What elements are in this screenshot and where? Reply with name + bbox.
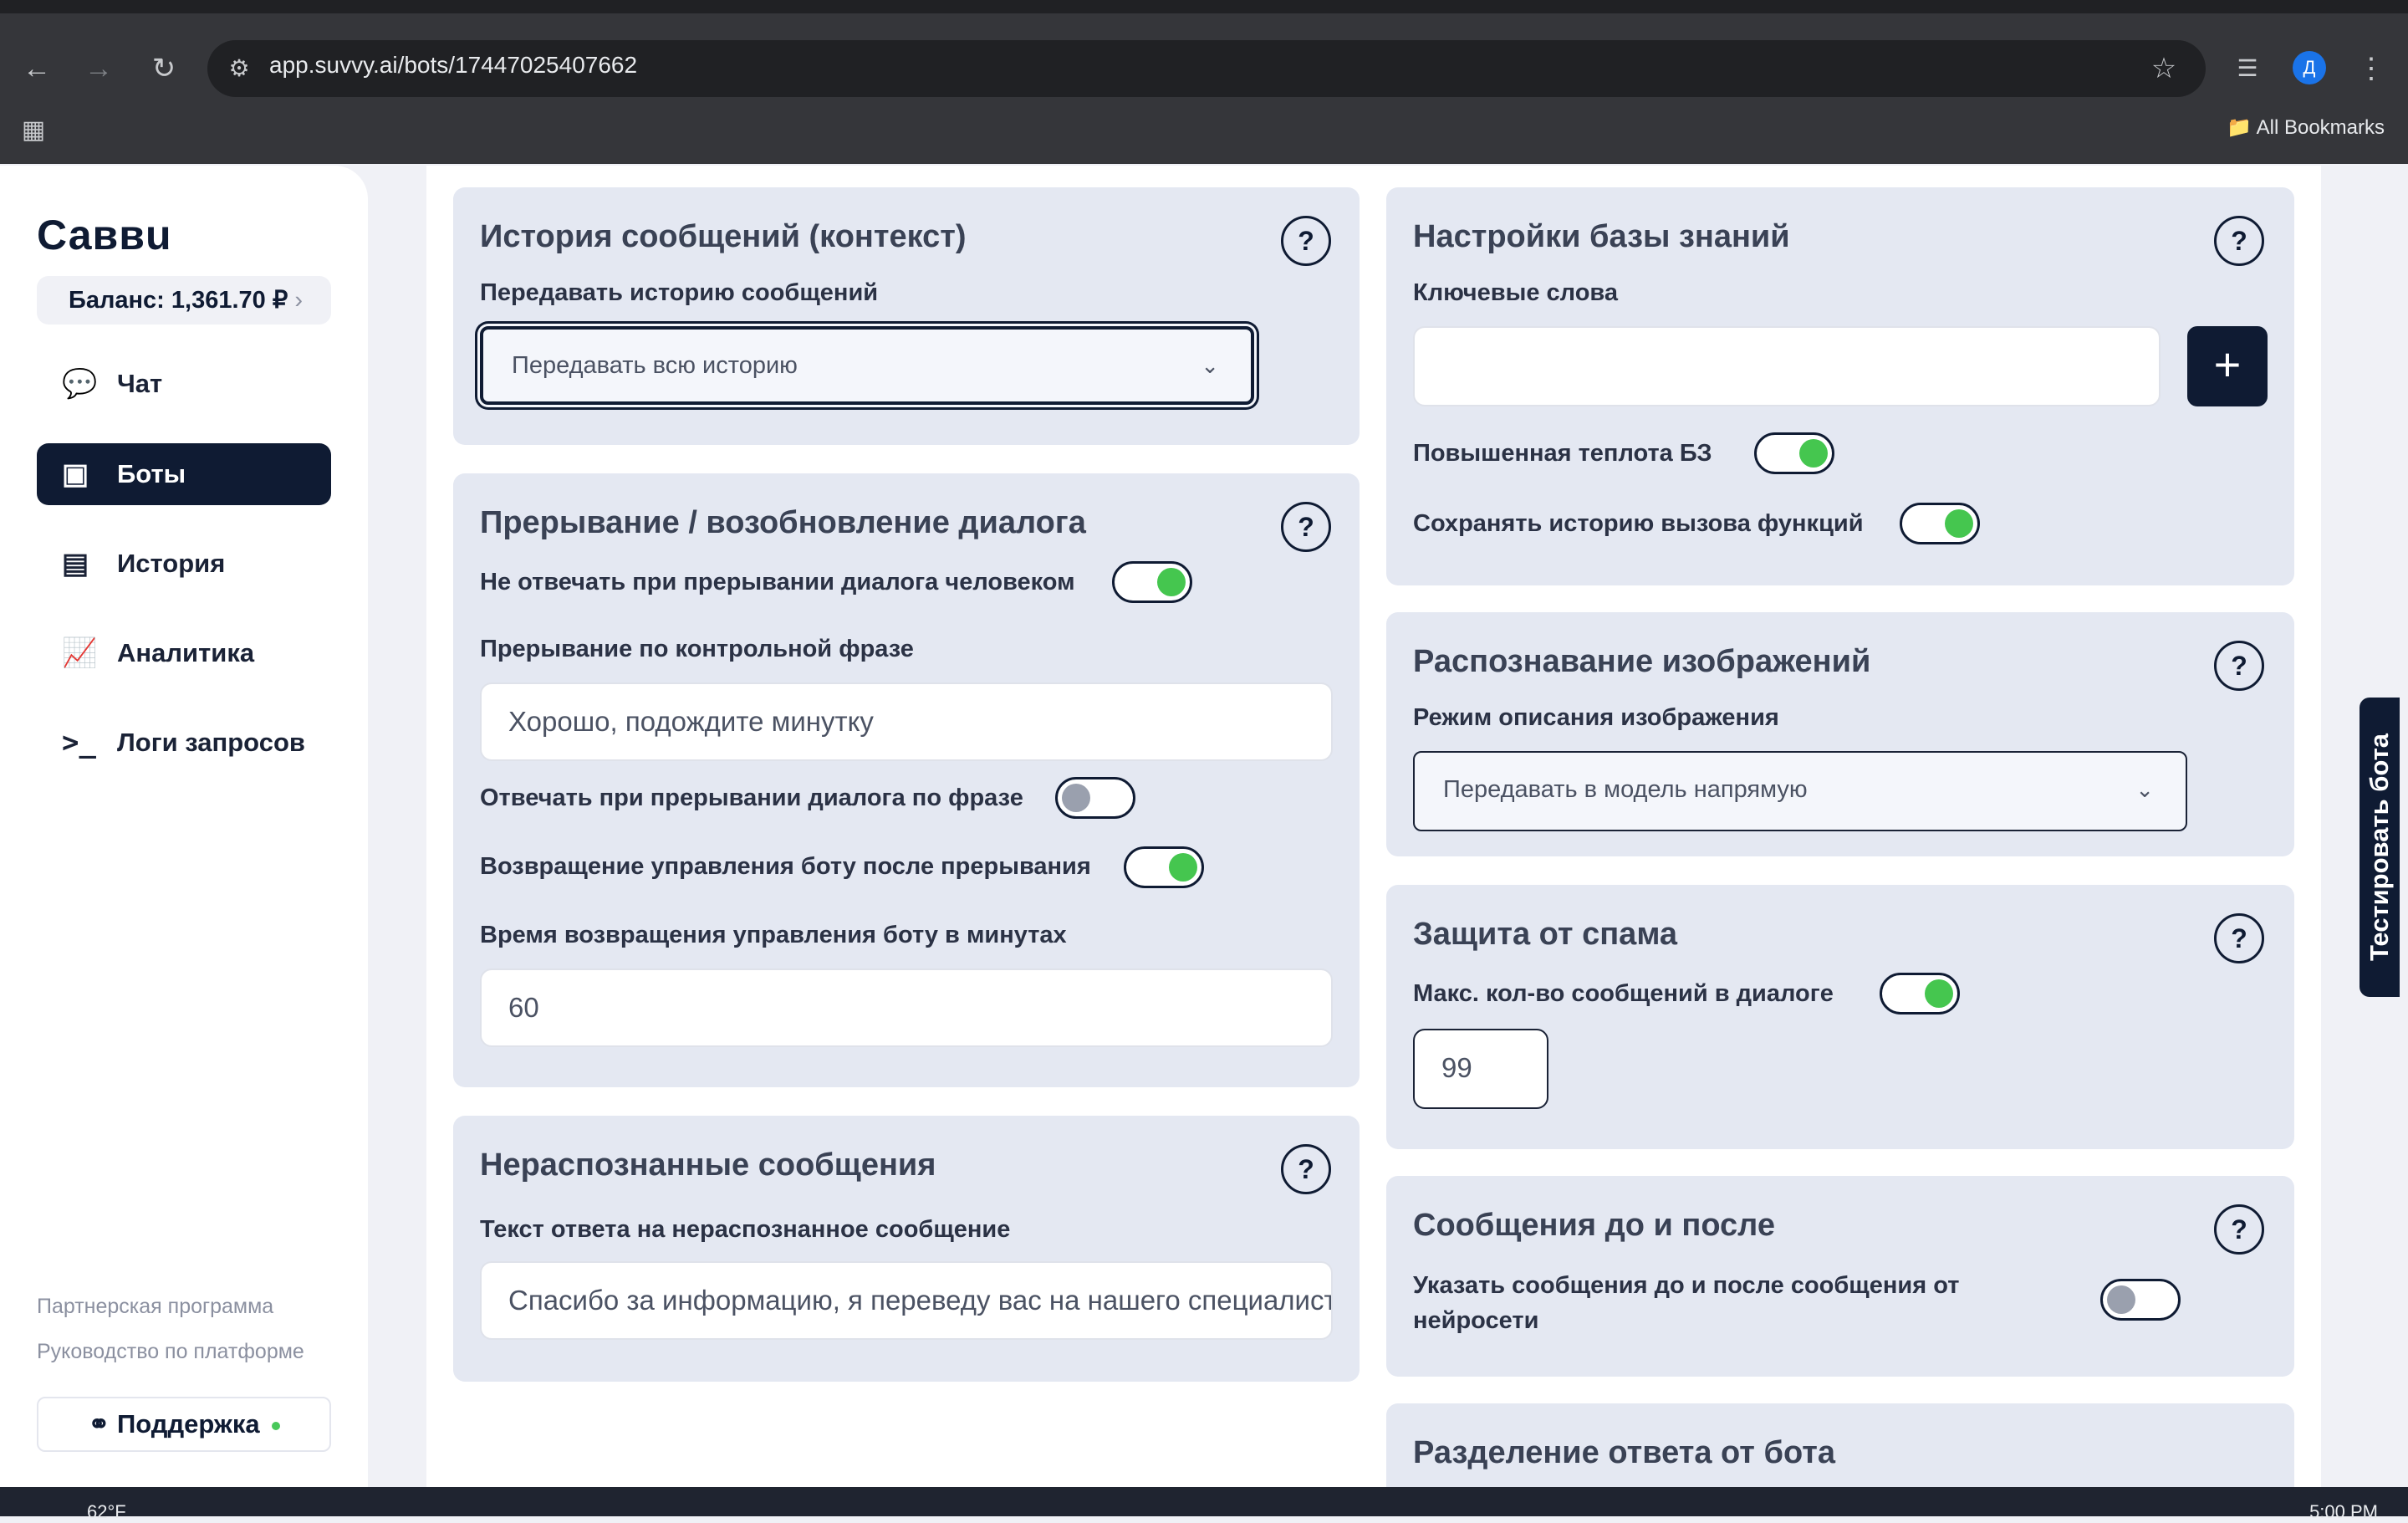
split-card-title: Разделение ответа от бота — [1413, 1435, 1835, 1470]
menu-icon[interactable]: ⋮ — [2354, 52, 2388, 85]
nav-label: Логи запросов — [117, 728, 305, 757]
folder-icon: 📁 — [2227, 116, 2252, 139]
media-icon[interactable]: ☰ — [2231, 52, 2264, 85]
tab-strip[interactable] — [0, 0, 2408, 13]
nav-item-chat[interactable]: 💬 Чат — [37, 353, 331, 415]
spam-help-button[interactable]: ? — [2214, 913, 2264, 963]
bookmark-star-icon[interactable]: ☆ — [2147, 52, 2181, 85]
nav-label: Чат — [117, 369, 163, 398]
history-select-value: Передавать всю историю — [512, 352, 798, 379]
save-calls-toggle[interactable] — [1900, 503, 1980, 544]
balance-button[interactable]: Баланс: 1,361.70 ₽ › — [37, 276, 331, 325]
terminal-icon: >_ — [62, 726, 96, 759]
profile-avatar[interactable]: Д — [2293, 51, 2326, 84]
nav-item-logs[interactable]: >_ Логи запросов — [37, 712, 331, 774]
images-help-button[interactable]: ? — [2214, 641, 2264, 691]
save-calls-label: Сохранять историю вызова функций — [1413, 510, 1864, 537]
history-label: Передавать историю сообщений — [480, 279, 879, 306]
nav-label: Боты — [117, 459, 186, 488]
before-after-label: Указать сообщения до и после сообщения о… — [1413, 1272, 1960, 1334]
taskbar — [0, 1487, 2408, 1516]
unrecognized-label: Текст ответа на нераспознанное сообщение — [480, 1216, 1011, 1243]
apps-grid-icon[interactable]: ▦ — [17, 114, 50, 147]
image-mode-select[interactable]: Передавать в модель напрямую ⌄ — [1413, 751, 2187, 831]
balance-label: Баланс: 1,361.70 ₽ — [69, 287, 288, 314]
return-control-toggle[interactable] — [1124, 846, 1204, 888]
reply-on-phrase-toggle[interactable] — [1055, 777, 1135, 819]
all-bookmarks-label: All Bookmarks — [2256, 116, 2385, 139]
logo[interactable]: Саввu — [37, 211, 172, 259]
max-messages-input[interactable]: 99 — [1413, 1029, 1548, 1109]
minutes-label: Время возвращения управления боту в мину… — [480, 922, 1067, 948]
phrase-label: Прерывание по контрольной фразе — [480, 636, 914, 662]
interrupt-help-button[interactable]: ? — [1281, 502, 1331, 552]
chevron-down-icon: ⌄ — [1201, 353, 1219, 378]
analytics-icon: 📈 — [62, 637, 98, 669]
forward-icon[interactable]: → — [82, 52, 115, 85]
support-label: Поддержка — [116, 1409, 260, 1439]
kb-card-title: Настройки базы знаний — [1413, 219, 1790, 254]
nav-item-bots[interactable]: ▣ Боты — [37, 443, 331, 505]
nav-label: История — [117, 549, 226, 578]
history-card-title: История сообщений (контекст) — [480, 219, 967, 254]
all-bookmarks[interactable]: 📁 All Bookmarks — [2227, 115, 2385, 140]
max-messages-label: Макс. кол-во сообщений в диалоге — [1413, 980, 1834, 1007]
nav-item-analytics[interactable]: 📈 Аналитика — [37, 622, 331, 684]
add-keyword-button[interactable]: + — [2187, 326, 2268, 406]
nav-item-history[interactable]: ▤ История — [37, 533, 331, 595]
image-mode-value: Передавать в модель напрямую — [1443, 776, 1808, 803]
before-after-help-button[interactable]: ? — [2214, 1204, 2264, 1255]
plus-icon: + — [2213, 338, 2242, 391]
taskbar-clock[interactable]: 5:00 PM — [2309, 1501, 2378, 1523]
spam-card-title: Защита от спама — [1413, 917, 1678, 952]
unrecognized-card-title: Нераспознанные сообщения — [480, 1147, 936, 1183]
reload-icon[interactable]: ↻ — [147, 52, 181, 85]
return-control-label: Возвращение управления боту после прерыв… — [480, 853, 1091, 880]
keywords-input[interactable] — [1413, 326, 2161, 406]
platform-guide-link[interactable]: Руководство по платформе — [37, 1340, 304, 1364]
before-after-toggle[interactable] — [2100, 1279, 2181, 1321]
kb-temp-label: Повышенная теплота БЗ — [1413, 440, 1712, 467]
url-text[interactable]: app.suvvy.ai/bots/17447025407662 — [269, 52, 637, 79]
no-reply-label: Не отвечать при прерывании диалога челов… — [480, 569, 1075, 595]
image-mode-label: Режим описания изображения — [1413, 704, 1779, 731]
history-icon: ▤ — [62, 548, 89, 580]
reply-on-phrase-label: Отвечать при прерывании диалога по фразе — [480, 784, 1023, 811]
back-icon[interactable]: ← — [20, 52, 54, 85]
chat-icon: 💬 — [62, 368, 98, 400]
minutes-input[interactable]: 60 — [480, 968, 1333, 1047]
chevron-down-icon: ⌄ — [2135, 777, 2154, 802]
keywords-label: Ключевые слова — [1413, 279, 1618, 306]
unrecognized-help-button[interactable]: ? — [1281, 1144, 1331, 1194]
test-bot-tab[interactable]: Тестировать бота — [2360, 698, 2400, 997]
history-help-button[interactable]: ? — [1281, 216, 1331, 266]
images-card-title: Распознавание изображений — [1413, 644, 1871, 679]
no-reply-toggle[interactable] — [1112, 561, 1192, 603]
unrecognized-input[interactable]: Спасибо за информацию, я переведу вас на… — [480, 1261, 1333, 1340]
interrupt-card-title: Прерывание / возобновление диалога — [480, 505, 1086, 540]
weather-widget[interactable]: 62°F — [87, 1501, 126, 1523]
nav-label: Аналитика — [117, 638, 255, 667]
chevron-right-icon: › — [294, 287, 304, 314]
partner-program-link[interactable]: Партнерская программа — [37, 1295, 273, 1319]
bot-icon: ▣ — [62, 458, 89, 490]
kb-help-button[interactable]: ? — [2214, 216, 2264, 266]
test-bot-label: Тестировать бота — [2365, 733, 2394, 962]
before-after-card-title: Сообщения до и после — [1413, 1208, 1775, 1243]
headset-icon: ⚭ — [88, 1409, 110, 1439]
support-button[interactable]: ⚭ Поддержка — [37, 1397, 331, 1452]
phrase-input[interactable]: Хорошо, подождите минутку — [480, 682, 1333, 761]
history-select[interactable]: Передавать всю историю ⌄ — [480, 326, 1254, 405]
kb-temp-toggle[interactable] — [1754, 432, 1834, 474]
online-status-dot — [271, 1421, 280, 1430]
max-messages-toggle[interactable] — [1880, 973, 1960, 1014]
site-info-icon[interactable]: ⚙ — [222, 52, 256, 85]
